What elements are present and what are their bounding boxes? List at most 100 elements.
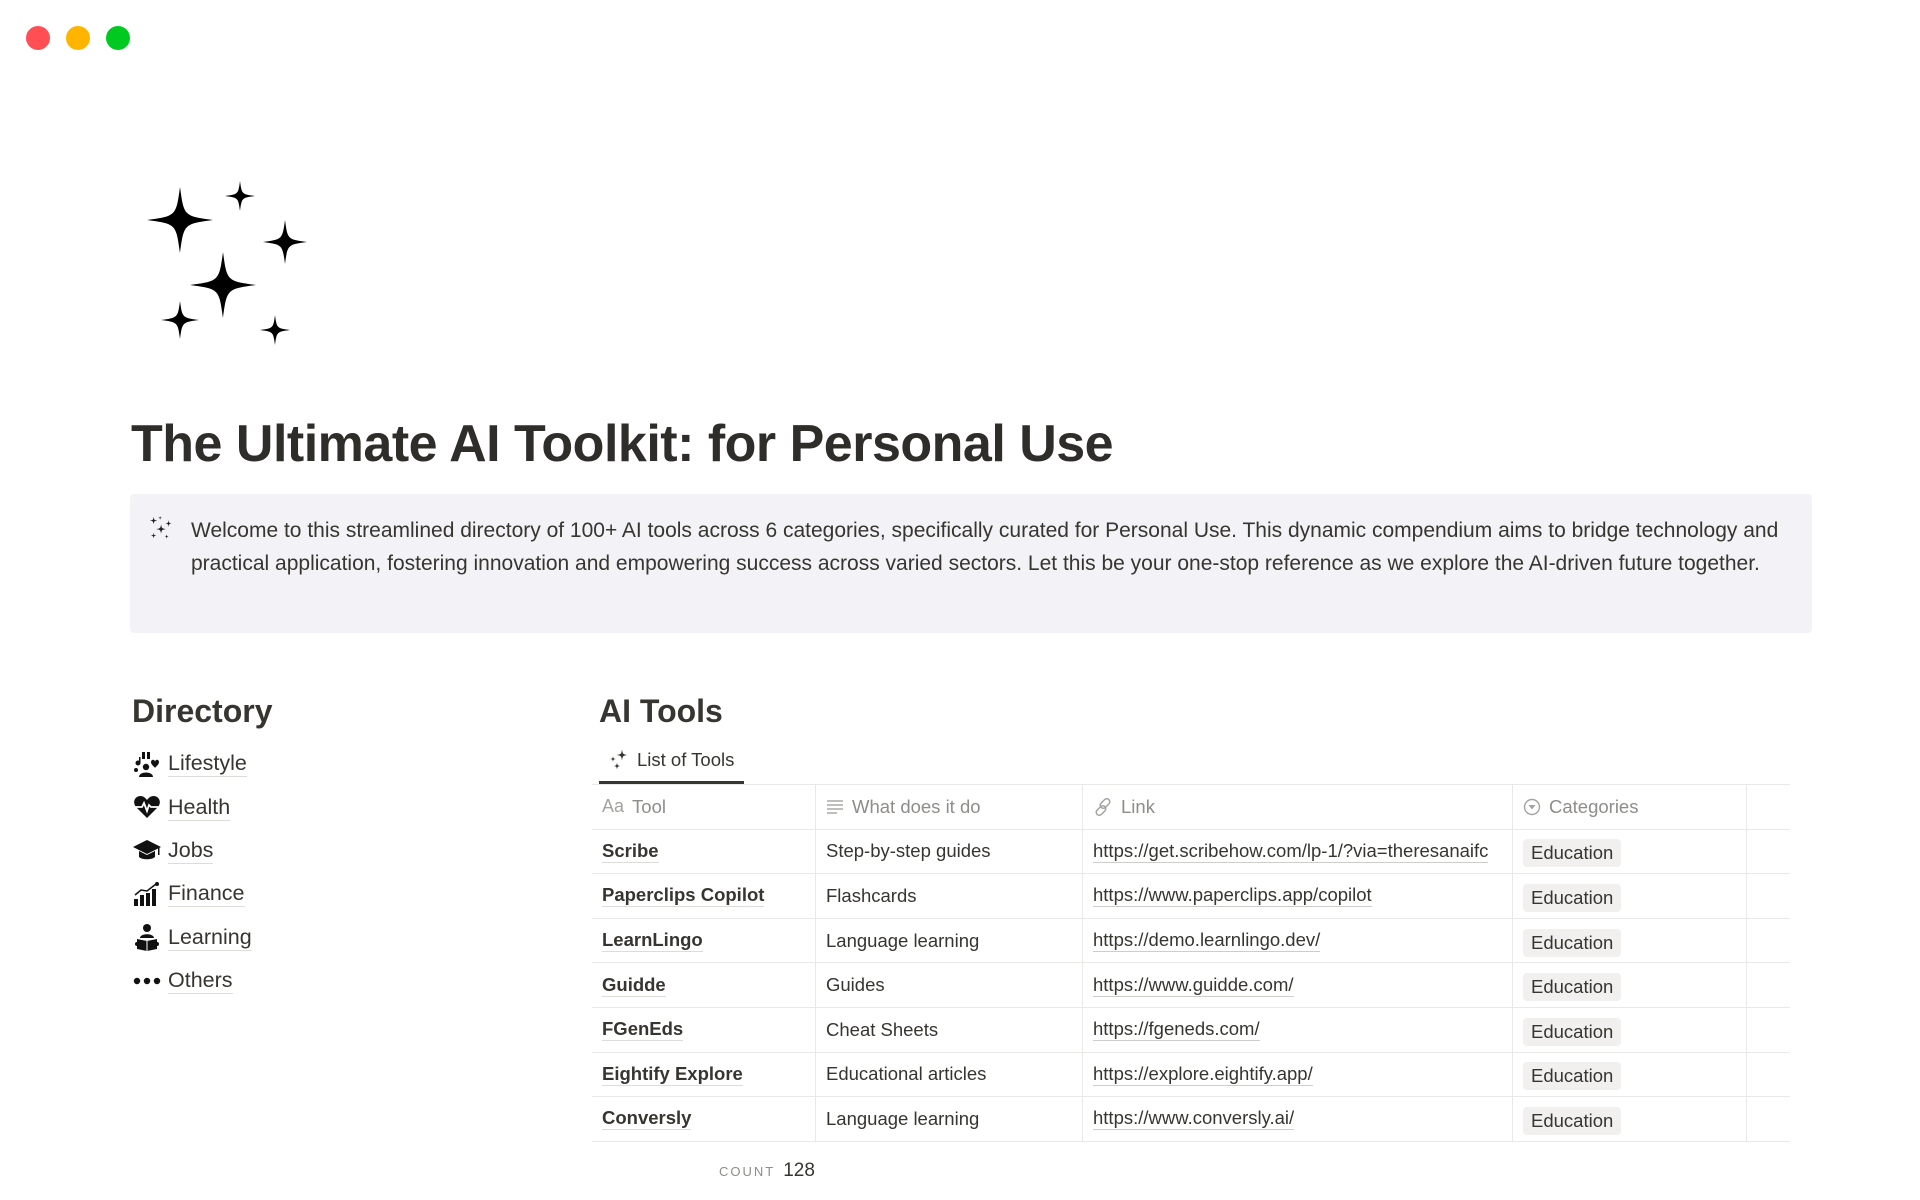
link-cell: https://explore.eightify.app/ — [1083, 1052, 1513, 1097]
table-row[interactable]: FGenEds Cheat Sheets https://fgeneds.com… — [592, 1007, 1790, 1053]
close-window-button[interactable] — [26, 26, 50, 50]
callout-text[interactable]: Welcome to this streamlined directory of… — [191, 515, 1784, 580]
column-header-categories[interactable]: Categories — [1513, 785, 1747, 829]
link-cell: https://www.guidde.com/ — [1083, 963, 1513, 1007]
tool-name[interactable]: Conversly — [602, 1107, 692, 1131]
category-cell: Education — [1513, 1052, 1747, 1097]
what-cell: Educational articles — [816, 1052, 1083, 1097]
table-row[interactable]: Eightify Explore Educational articles ht… — [592, 1052, 1790, 1098]
tool-name[interactable]: Guidde — [602, 974, 666, 997]
graduation-cap-icon — [132, 835, 162, 865]
category-tag: Education — [1523, 928, 1622, 957]
table-row[interactable]: Scribe Step-by-step guides https://get.s… — [592, 829, 1790, 875]
maximize-window-button[interactable] — [106, 26, 130, 50]
more-dots-icon — [132, 966, 162, 996]
sparkles-icon[interactable] — [140, 175, 320, 355]
add-column-cell[interactable] — [1747, 785, 1790, 829]
tool-name[interactable]: Eightify Explore — [602, 1063, 743, 1086]
tool-description: Language learning — [826, 929, 980, 951]
minimize-window-button[interactable] — [66, 26, 90, 50]
directory-item-learning[interactable]: Learning — [132, 916, 252, 959]
tool-name[interactable]: Scribe — [602, 840, 659, 863]
tab-list-of-tools[interactable]: List of Tools — [599, 744, 745, 784]
text-lines-icon — [826, 799, 844, 815]
category-cell: Education — [1513, 918, 1747, 963]
window-controls — [26, 26, 130, 50]
table-row[interactable]: LearnLingo Language learning https://dem… — [592, 918, 1790, 964]
count-label: COUNT — [719, 1164, 776, 1179]
tool-link[interactable]: https://www.conversly.ai/ — [1093, 1107, 1295, 1131]
tool-link[interactable]: https://demo.learnlingo.dev/ — [1093, 929, 1321, 953]
link-cell: https://www.conversly.ai/ — [1083, 1097, 1513, 1141]
category-tag: Education — [1523, 973, 1622, 1002]
tool-link[interactable]: https://fgeneds.com/ — [1093, 1018, 1260, 1042]
directory-item-label: Others — [168, 968, 233, 995]
directory-item-label: Learning — [168, 924, 252, 951]
directory-item-label: Jobs — [168, 837, 214, 864]
table-row[interactable]: Guidde Guides https://www.guidde.com/ Ed… — [592, 963, 1790, 1008]
category-tag: Education — [1523, 1017, 1622, 1046]
heart-pulse-icon — [132, 792, 162, 822]
tool-cell: Paperclips Copilot — [592, 874, 816, 918]
tool-name[interactable]: LearnLingo — [602, 929, 703, 953]
empty-cell — [1747, 830, 1790, 874]
what-cell: Language learning — [816, 918, 1083, 963]
what-cell: Flashcards — [816, 874, 1083, 918]
table-row[interactable]: Conversly Language learning https://www.… — [592, 1097, 1790, 1142]
table-count[interactable]: COUNT 128 — [719, 1160, 815, 1182]
page-title[interactable]: The Ultimate AI Toolkit: for Personal Us… — [131, 414, 1114, 474]
tool-link[interactable]: https://get.scribehow.com/lp-1/?via=ther… — [1093, 840, 1489, 863]
title-aa-icon: Aa — [602, 796, 625, 817]
empty-cell — [1747, 1008, 1790, 1052]
what-cell: Guides — [816, 963, 1083, 1007]
directory-item-finance[interactable]: Finance — [132, 872, 252, 915]
category-tag: Education — [1523, 1106, 1622, 1135]
directory-item-health[interactable]: Health — [132, 785, 252, 828]
link-icon — [1093, 797, 1113, 817]
category-tag: Education — [1523, 1062, 1622, 1091]
empty-cell — [1747, 963, 1790, 1007]
what-cell: Cheat Sheets — [816, 1007, 1083, 1052]
select-icon — [1523, 798, 1541, 816]
category-cell: Education — [1513, 1097, 1747, 1141]
table-header-row: Aa Tool What does it do Link Categories — [592, 785, 1790, 830]
tool-name[interactable]: Paperclips Copilot — [602, 884, 765, 908]
lifestyle-icon — [132, 749, 162, 779]
tool-link[interactable]: https://explore.eightify.app/ — [1093, 1063, 1313, 1086]
tool-description: Educational articles — [826, 1063, 987, 1085]
tool-cell: LearnLingo — [592, 918, 816, 963]
tool-description: Guides — [826, 974, 885, 996]
tool-description: Cheat Sheets — [826, 1018, 939, 1040]
tool-cell: Scribe — [592, 829, 816, 874]
column-header-label: Link — [1121, 795, 1155, 817]
reader-icon — [132, 922, 162, 952]
directory-item-others[interactable]: Others — [132, 959, 252, 1002]
table-row[interactable]: Paperclips Copilot Flashcards https://ww… — [592, 874, 1790, 919]
tab-label: List of Tools — [637, 748, 735, 770]
empty-cell — [1747, 1053, 1790, 1097]
tool-link[interactable]: https://www.paperclips.app/copilot — [1093, 884, 1372, 908]
ai-tools-heading: AI Tools — [599, 693, 723, 729]
column-header-link[interactable]: Link — [1083, 785, 1513, 829]
tool-description: Language learning — [826, 1107, 980, 1129]
column-header-what[interactable]: What does it do — [816, 785, 1083, 829]
sparkles-icon[interactable] — [148, 516, 176, 544]
column-header-label: Tool — [632, 795, 666, 817]
category-tag: Education — [1523, 883, 1622, 912]
empty-cell — [1747, 874, 1790, 918]
tool-name[interactable]: FGenEds — [602, 1018, 684, 1042]
column-header-tool[interactable]: Aa Tool — [592, 785, 816, 829]
directory-item-lifestyle[interactable]: Lifestyle — [132, 742, 252, 785]
link-cell: https://demo.learnlingo.dev/ — [1083, 918, 1513, 963]
directory-heading: Directory — [132, 693, 273, 729]
category-cell: Education — [1513, 874, 1747, 918]
link-cell: https://get.scribehow.com/lp-1/?via=ther… — [1083, 829, 1513, 874]
tool-link[interactable]: https://www.guidde.com/ — [1093, 974, 1294, 997]
tool-cell: Conversly — [592, 1097, 816, 1141]
what-cell: Step-by-step guides — [816, 829, 1083, 874]
tool-cell: FGenEds — [592, 1007, 816, 1052]
directory-item-jobs[interactable]: Jobs — [132, 829, 252, 872]
directory-list: Lifestyle Health Jobs Finance Learning O… — [132, 742, 252, 1002]
tool-cell: Eightify Explore — [592, 1052, 816, 1097]
empty-cell — [1747, 919, 1790, 963]
